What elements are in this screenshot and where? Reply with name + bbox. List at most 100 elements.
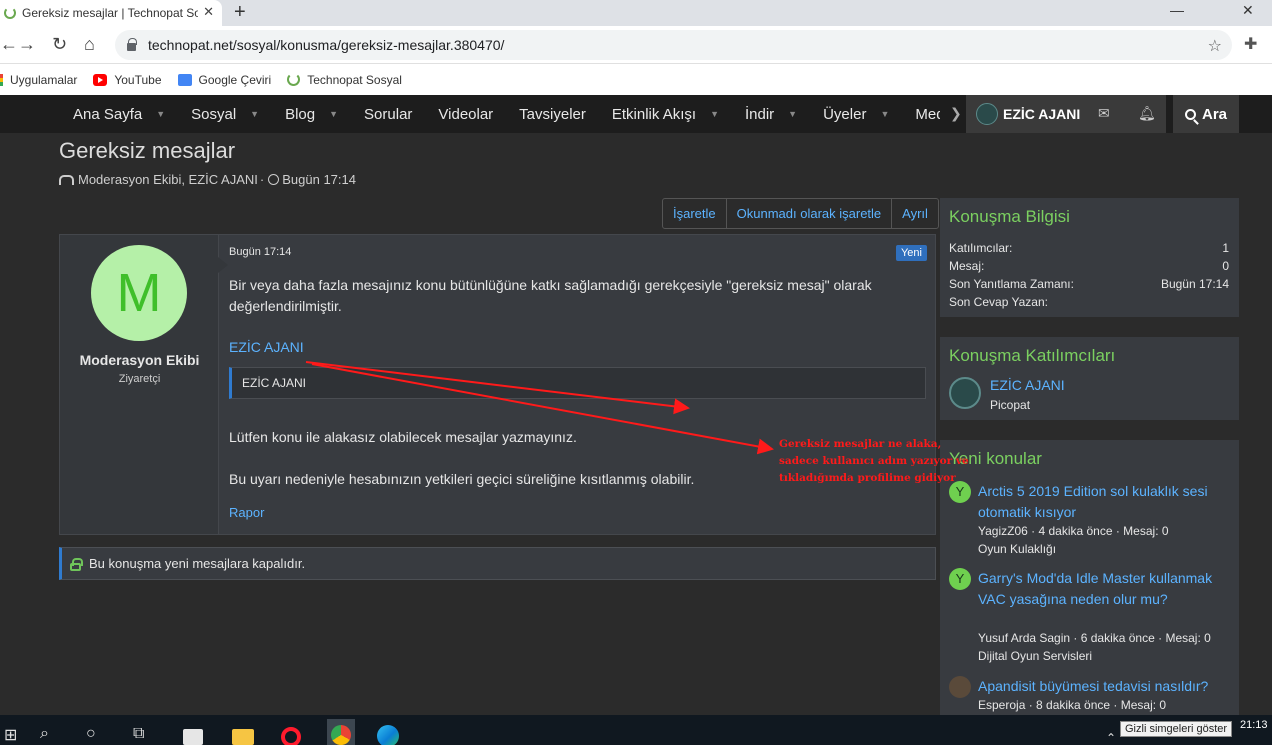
bookmark-apps[interactable]: Uygulamalar [0,73,77,87]
message-arrow [218,257,228,273]
file-explorer-icon[interactable] [232,729,254,745]
system-clock[interactable]: 21:13 [1240,719,1268,731]
chevron-down-icon[interactable]: ▼ [250,109,259,119]
message-author-panel: M Moderasyon Ekibi Ziyaretçi [60,235,228,534]
chevron-up-icon[interactable]: ⌃ [1106,731,1116,745]
bookmark-label: Technopat Sosyal [307,72,402,87]
chevron-down-icon[interactable]: ▼ [710,109,719,119]
message-date[interactable]: Bugün 17:14 [229,246,291,258]
conversation-info-card: Konuşma Bilgisi Katılımcılar: 1 Mesaj: 0 S… [940,198,1239,317]
url-text[interactable]: technopat.net/sosyal/konusma/gereksiz-me… [148,37,504,53]
google-translate-icon [177,73,192,86]
leave-button[interactable]: Ayrıl [892,199,938,228]
bookmark-label: Uygulamalar [10,72,78,87]
nav-item-download[interactable]: İndir ▼ [732,106,810,123]
omnibox[interactable]: technopat.net/sosyal/konusma/gereksiz-me… [115,30,1232,60]
chevron-down-icon[interactable]: ▼ [156,109,165,119]
nav-item-social[interactable]: Sosyal ▼ [178,106,272,123]
conversation-date: Bugün 17:14 [282,172,356,187]
windows-start-icon[interactable]: ⊞ [4,725,17,745]
browser-address-bar: ← → ↻ ⌂ technopat.net/sosyal/konusma/ger… [0,26,1272,64]
tab-close-icon[interactable]: ✕ [203,4,214,20]
chrome-icon[interactable] [327,719,355,745]
nav-item-videos[interactable]: Videolar [425,106,506,123]
cortana-icon[interactable]: ○ [86,725,96,743]
edge-icon[interactable] [377,725,399,745]
forward-icon[interactable]: → [18,34,36,55]
search-icon[interactable]: ⌕ [40,725,49,743]
account-username[interactable]: EZİC AJANI [1003,106,1080,122]
tray-tooltip: Gizli simgeleri göster [1120,721,1233,737]
author-title: Ziyaretçi [118,373,161,385]
opera-icon[interactable] [281,727,301,745]
inbox-icon[interactable]: ✉ [1098,105,1110,122]
home-icon[interactable]: ⌂ [84,34,95,55]
extensions-icon[interactable]: ✚ [1244,34,1257,54]
window-close-icon[interactable]: ✕ [1242,2,1254,19]
participant-list: Moderasyon Ekibi, EZİC AJANI [78,172,258,187]
participant: EZİC AJANI Picopat [949,377,1065,412]
chevron-right-icon[interactable]: ❯ [950,105,962,122]
avatar[interactable] [976,103,998,125]
reload-icon[interactable]: ↻ [52,34,67,55]
message: M Moderasyon Ekibi Ziyaretçi Bugün 17:14… [59,234,936,535]
chevron-down-icon[interactable]: ▼ [329,109,338,119]
bell-icon[interactable]: 🔔︎ [1138,105,1156,122]
nav-item-home[interactable]: Ana Sayfa ▼ [60,106,178,123]
annotation-note: Gereksiz mesajlar ne alaka, sadece kulla… [779,436,1009,487]
nav-item-blog[interactable]: Blog ▼ [272,106,351,123]
mark-unread-button[interactable]: Okunmadı olarak işaretle [727,199,893,228]
window-minimize-icon[interactable]: — [1170,2,1184,18]
nav-item-members[interactable]: Üyeler ▼ [810,106,902,123]
lock-icon[interactable] [127,38,137,51]
meta-separator: · [259,172,265,187]
avatar[interactable] [949,676,971,698]
author-name[interactable]: Moderasyon Ekibi [60,352,219,368]
quote-block: EZİC AJANI [229,367,926,399]
nav-item-questions[interactable]: Sorular [351,106,425,123]
store-icon[interactable] [183,729,203,745]
topic-title-link[interactable]: Apandisit büyümesi tedavisi nasıldır? [978,676,1233,697]
browser-tab-bar: Gereksiz mesajlar | Technopat Sosyal ✕ +… [0,0,1272,26]
participant-role: Picopat [990,398,1031,412]
nav-item-recommendations[interactable]: Tavsiyeler [506,106,599,123]
closed-notice: Bu konuşma yeni mesajlara kapalıdır. [59,547,936,580]
bookmark-youtube[interactable]: YouTube [93,73,162,87]
nav-item-media[interactable]: Medya [902,106,940,123]
nav-item-activity[interactable]: Etkinlik Akışı ▼ [599,106,732,123]
back-icon[interactable]: ← [0,34,18,55]
info-row: Mesaj: 0 [949,259,1229,273]
topic-forum-link[interactable]: Dijital Oyun Servisleri [978,649,1092,663]
mark-button[interactable]: İşaretle [663,199,727,228]
topic-meta: Yusuf Arda Sagin · 6 dakika önce · Mesaj… [978,631,1211,645]
topic-meta: Esperoja · 8 dakika önce · Mesaj: 0 [978,698,1167,712]
tab-title: Gereksiz mesajlar | Technopat Sosyal [22,6,198,20]
annotation-line: sadece kullanıcı adım yazıyor ve [779,455,969,467]
youtube-icon [93,73,108,86]
chevron-down-icon[interactable]: ▼ [880,109,889,119]
avatar[interactable]: M [91,245,187,341]
user-mention-link[interactable]: EZİC AJANI [229,339,304,355]
bookmark-google-translate[interactable]: Google Çeviri [177,73,271,87]
new-badge: Yeni [895,245,927,261]
task-view-icon[interactable]: ⧉ [133,725,144,743]
topic-forum-link[interactable]: Oyun Kulaklığı [978,542,1056,556]
clock-icon [268,174,280,185]
bookmark-star-icon[interactable]: ☆ [1208,36,1222,56]
topic-title-link[interactable]: Arctis 5 2019 Edition sol kulaklık sesi … [978,481,1233,523]
avatar[interactable] [949,377,981,409]
browser-tab[interactable]: Gereksiz mesajlar | Technopat Sosyal ✕ [0,0,222,26]
chevron-down-icon[interactable]: ▼ [788,109,797,119]
new-tab-button[interactable]: + [234,0,246,24]
search-button[interactable]: Ara [1173,95,1239,133]
participant-name[interactable]: EZİC AJANI [990,377,1065,393]
site-navigation: Ana Sayfa ▼ Sosyal ▼ Blog ▼ Sorular Videola… [0,95,1272,133]
topic-title-link[interactable]: Garry's Mod'da Idle Master kullanmak VAC… [978,568,1233,610]
annotation-line: tıkladığımda profilime gidiyor [779,472,956,484]
bookmark-technopat[interactable]: Technopat Sosyal [287,73,402,87]
avatar[interactable]: Y [949,568,971,590]
info-row: Son Cevap Yazan: [949,295,1048,309]
report-link[interactable]: Rapor [229,505,264,520]
account-menu[interactable]: EZİC AJANI [966,95,1166,133]
page-title: Gereksiz mesajlar [59,138,236,163]
